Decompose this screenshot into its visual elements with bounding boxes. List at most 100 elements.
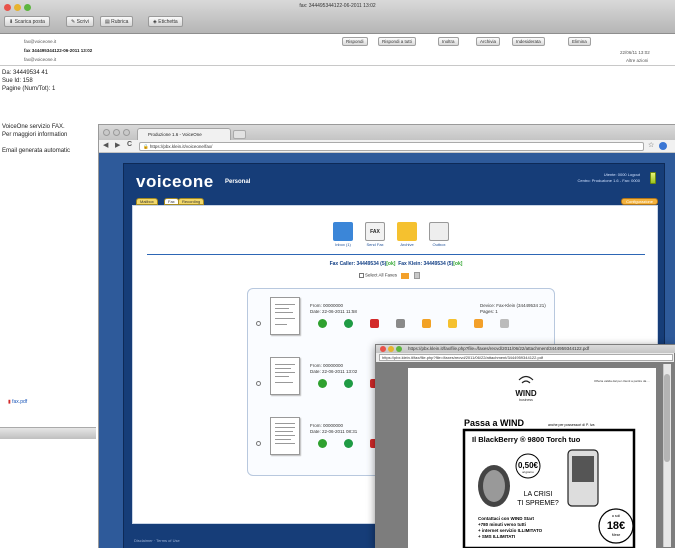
refresh-icon[interactable] [344,379,353,388]
svg-text:WIND: WIND [515,389,537,398]
delete-icon[interactable] [413,272,420,279]
body-line: VoiceOne servizio FAX. [2,124,65,130]
edit-icon[interactable] [448,319,457,328]
delete-button[interactable]: Elimina [568,37,591,46]
archive-icon[interactable] [397,222,417,241]
folder-icon[interactable] [474,319,483,328]
delete-icon[interactable] [500,319,509,328]
ad-headline-note: anche per possessori di P. Iva [548,423,594,427]
inbox-icon[interactable] [333,222,353,241]
footer-links[interactable]: Disclaimer · Terms of Use [134,538,180,543]
body-line: Pagine (Num/Tot): 1 [2,86,56,92]
message-date: 22/06/11 13:02 [620,50,650,55]
from-field[interactable]: fax@voiceone.it [24,39,56,44]
inbox-label[interactable]: Inbox (1) [327,242,359,247]
fax-document[interactable]: WIND business Offerta valida dal per cli… [408,368,656,548]
new-tab-button[interactable] [233,130,246,139]
send-fax-icon[interactable]: FAX [365,222,385,241]
tab-strip: Produzione 1.6 - VoiceOne [99,125,675,140]
popup-title: https://pbx.klein.it/fax/file.php?file=/… [408,346,590,351]
select-all-row[interactable]: Select All Faxes [359,272,420,279]
pdf-area: WIND business Offerta valida dal per cli… [376,362,675,548]
reply-all-button[interactable]: Rispondi a tutti [378,37,416,46]
browser-tab[interactable]: Produzione 1.6 - VoiceOne [137,128,231,140]
to-field[interactable]: fax@voiceone.it [24,57,56,62]
reply-button[interactable]: Rispondi [342,37,368,46]
fax-checkbox[interactable] [256,381,261,386]
pdf-icon[interactable] [370,319,379,328]
refresh-icon[interactable] [344,319,353,328]
tab-fax[interactable]: Fax [164,198,179,205]
outbox-label[interactable]: Outbox [423,242,455,247]
refresh-icon[interactable] [344,439,353,448]
write-button[interactable]: ✎ Scrivi [66,16,94,27]
fax-thumbnail[interactable] [270,357,300,395]
play-icon[interactable] [318,319,327,328]
forward-button[interactable]: Inoltra [438,37,459,46]
print-icon[interactable] [396,319,405,328]
address-bar[interactable]: 🔒 https://pbx.klein.it/voiceone/fax/ [139,142,644,151]
folder-icon[interactable] [401,272,410,279]
zoom-window-button[interactable] [123,129,130,136]
archive-label[interactable]: Archive [391,242,423,247]
play-icon[interactable] [318,439,327,448]
junk-button[interactable]: Indesiderata [512,37,545,46]
close-window-button[interactable] [103,129,110,136]
reload-button[interactable]: C [127,141,132,148]
subject-field: fax 344495344122-06-2011 13:02 [24,48,93,53]
svg-text:business: business [519,398,533,402]
configuration-button[interactable]: Configurazione [621,198,658,205]
svg-text:0,50€: 0,50€ [518,461,539,470]
tab-recording[interactable]: Recording [178,198,205,205]
fax-thumbnail[interactable] [270,417,300,455]
select-all-checkbox[interactable] [359,273,364,278]
tab-mailbox[interactable]: Mailbox [136,198,158,205]
send-fax-label[interactable]: Send Fax [359,242,391,247]
body-line: Per maggiori information [2,132,68,138]
other-actions-menu[interactable]: Altre azioni [626,58,648,63]
page-menu-icon[interactable] [659,142,667,150]
fax-device: Device: Fax-Klein (34449534 21) Pages: 1 [480,303,546,314]
wind-logo: WIND business [515,375,537,402]
ad-question-line1: LA CRISI [524,491,553,498]
get-mail-button[interactable]: ⬇ Scarica posta [4,16,50,27]
outbox-icon[interactable] [429,222,449,241]
body-line: Sue Id: 158 [2,78,33,84]
minimize-window-button[interactable] [113,129,120,136]
bookmark-star-icon[interactable]: ☆ [648,141,654,149]
voiceone-edition: Personal [225,179,251,185]
scrollbar-thumb[interactable] [664,374,670,462]
caller-status: Fax Caller: 34449534 (5) [329,261,387,267]
play-icon[interactable] [318,379,327,388]
popup-address-bar[interactable]: https://pbx.klein.it/fax/file.php?file=/… [379,354,673,361]
minimize-window-button[interactable] [388,346,394,352]
attachment-link[interactable]: ▮ fax.pdf [8,399,27,405]
fax-line-status: Fax Caller: 34449534 (5)[ok] Fax Klein: … [133,261,659,267]
ad-headline: Passa a WIND [464,418,525,428]
message-header: Rispondi Rispondi a tutti Inoltra Archiv… [0,34,675,66]
forward-nav-button[interactable]: ▶ [115,141,120,149]
forward-icon[interactable] [422,319,431,328]
fax-checkbox[interactable] [256,441,261,446]
attachment-bar: ▮ fax.pdf [0,395,96,413]
pdf-viewer-window: https://pbx.klein.it/fax/file.php?file=/… [375,344,675,548]
user-info: Utente: 0000 Logout Centro: Produzione 1… [578,172,640,184]
back-button[interactable]: ◀ [103,141,108,149]
tag-button[interactable]: ◈ Etichetta [148,16,183,27]
close-window-button[interactable] [380,346,386,352]
center-line: Centro: Produzione 1.6 - Fax: 0000 [577,178,640,183]
ad-bullet: + SMS ILLIMITATI [478,534,515,539]
address-book-button[interactable]: ▤ Rubrica [100,16,134,27]
fax-checkbox[interactable] [256,321,261,326]
ad-bullet: Contattaci con WIND Start [478,516,535,521]
svg-text:a soli: a soli [612,514,620,518]
mail-window-title: fax: 344495344122-06-2011 13:02 [299,3,376,9]
zoom-window-button[interactable] [396,346,402,352]
fax-thumbnail[interactable] [270,297,300,335]
phone-offer-title: Il BlackBerry ® 9800 Torch tuo [472,435,581,444]
archive-button[interactable]: Archivia [476,37,501,46]
fax-info: From: 00000000 Date: 22-06-2011 13:02 [310,363,358,374]
klein-status: Fax Klein: 34449534 (5) [398,261,454,267]
status-bar [0,427,96,439]
popup-titlebar: https://pbx.klein.it/fax/file.php?file=/… [376,345,675,353]
